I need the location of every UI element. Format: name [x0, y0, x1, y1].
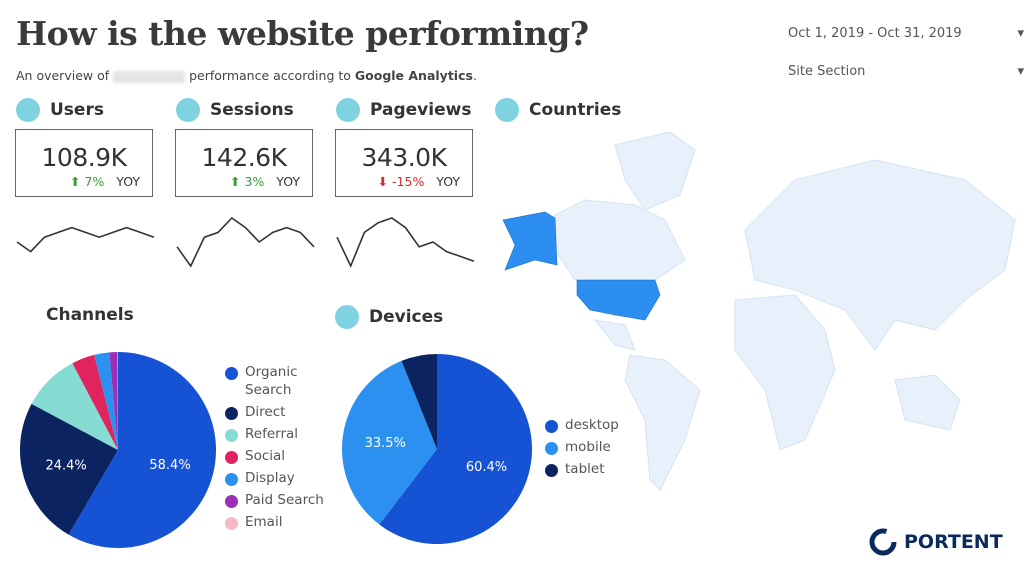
legend-swatch: [545, 464, 558, 477]
legend-item[interactable]: Paid Search: [225, 491, 335, 513]
portent-logo: PORTENT: [868, 527, 1003, 557]
legend-swatch: [225, 473, 238, 486]
redacted-name: [113, 70, 186, 83]
page-title: How is the website performing?: [16, 14, 589, 53]
metric-heading-sessions: Sessions: [176, 98, 294, 122]
legend-item[interactable]: Direct: [225, 403, 335, 425]
pageviews-icon: [336, 98, 360, 122]
metric-heading-pageviews: Pageviews: [336, 98, 471, 122]
site-section-dropdown[interactable]: Site Section ▾: [788, 64, 1024, 79]
devices-heading: Devices: [335, 305, 443, 329]
channels-legend: Organic Search Direct Referral Social Displa…: [225, 363, 335, 535]
central-america: [593, 319, 636, 351]
arrow-up-icon: ⬆: [70, 174, 81, 189]
devices-legend: desktop mobile tablet: [545, 416, 619, 482]
legend-item[interactable]: Social: [225, 447, 335, 469]
channels-heading: Channels: [46, 305, 134, 325]
legend-swatch: [225, 407, 238, 420]
data-label: 33.5%: [365, 436, 406, 451]
legend-item[interactable]: Display: [225, 469, 335, 491]
canada: [554, 199, 686, 281]
channels-pie-chart: 58.4% 24.4%: [20, 352, 216, 548]
sparkline-sessions: [176, 216, 315, 268]
legend-item[interactable]: Organic Search: [225, 363, 335, 403]
legend-swatch: [545, 442, 558, 455]
legend-swatch: [545, 420, 558, 433]
arrow-down-icon: ⬇: [377, 174, 389, 189]
subtitle: An overview of performance according to …: [16, 68, 477, 83]
scorecard-users: 108.9K ⬆ 7% YOY: [15, 129, 153, 197]
legend-swatch: [225, 495, 238, 508]
australia: [894, 374, 961, 431]
legend-item[interactable]: Referral: [225, 425, 335, 447]
alaska: [502, 211, 558, 271]
greenland: [614, 131, 696, 211]
dropdown-arrow-icon: ▾: [1017, 26, 1024, 41]
arrow-up-icon: ⬆: [230, 174, 241, 189]
sessions-icon: [176, 98, 200, 122]
metric-heading-users: Users: [16, 98, 104, 122]
africa: [734, 294, 836, 451]
legend-swatch: [225, 429, 238, 442]
dropdown-arrow-icon: ▾: [1017, 64, 1024, 79]
map-pin-icon: [495, 98, 519, 122]
sparkline-users: [16, 226, 155, 253]
devices-pie-chart: 60.4% 33.5%: [342, 354, 532, 544]
users-icon: [16, 98, 40, 122]
legend-item[interactable]: mobile: [545, 438, 619, 460]
legend-swatch: [225, 517, 238, 530]
scorecard-pageviews: 343.0K ⬇ -15% YOY: [335, 129, 473, 197]
usa: [576, 279, 661, 321]
data-label: 58.4%: [149, 458, 190, 473]
legend-item[interactable]: tablet: [545, 460, 619, 482]
sparkline-path: [336, 217, 475, 268]
sparkline-path: [176, 216, 315, 268]
sparkline-path: [16, 226, 155, 253]
scorecard-sessions: 142.6K ⬆ 3% YOY: [175, 129, 313, 197]
legend-item[interactable]: desktop: [545, 416, 619, 438]
device-icon: [335, 305, 359, 329]
data-label: 60.4%: [466, 460, 507, 475]
countries-heading: Countries: [495, 98, 621, 122]
date-range-picker[interactable]: Oct 1, 2019 - Oct 31, 2019 ▾: [788, 26, 1024, 41]
logo-mark-icon: [869, 528, 897, 556]
legend-swatch: [225, 367, 238, 380]
legend-item[interactable]: Email: [225, 513, 335, 535]
sparkline-pageviews: [336, 217, 475, 268]
legend-swatch: [225, 451, 238, 464]
data-label: 24.4%: [45, 459, 86, 474]
south-america: [624, 354, 701, 491]
